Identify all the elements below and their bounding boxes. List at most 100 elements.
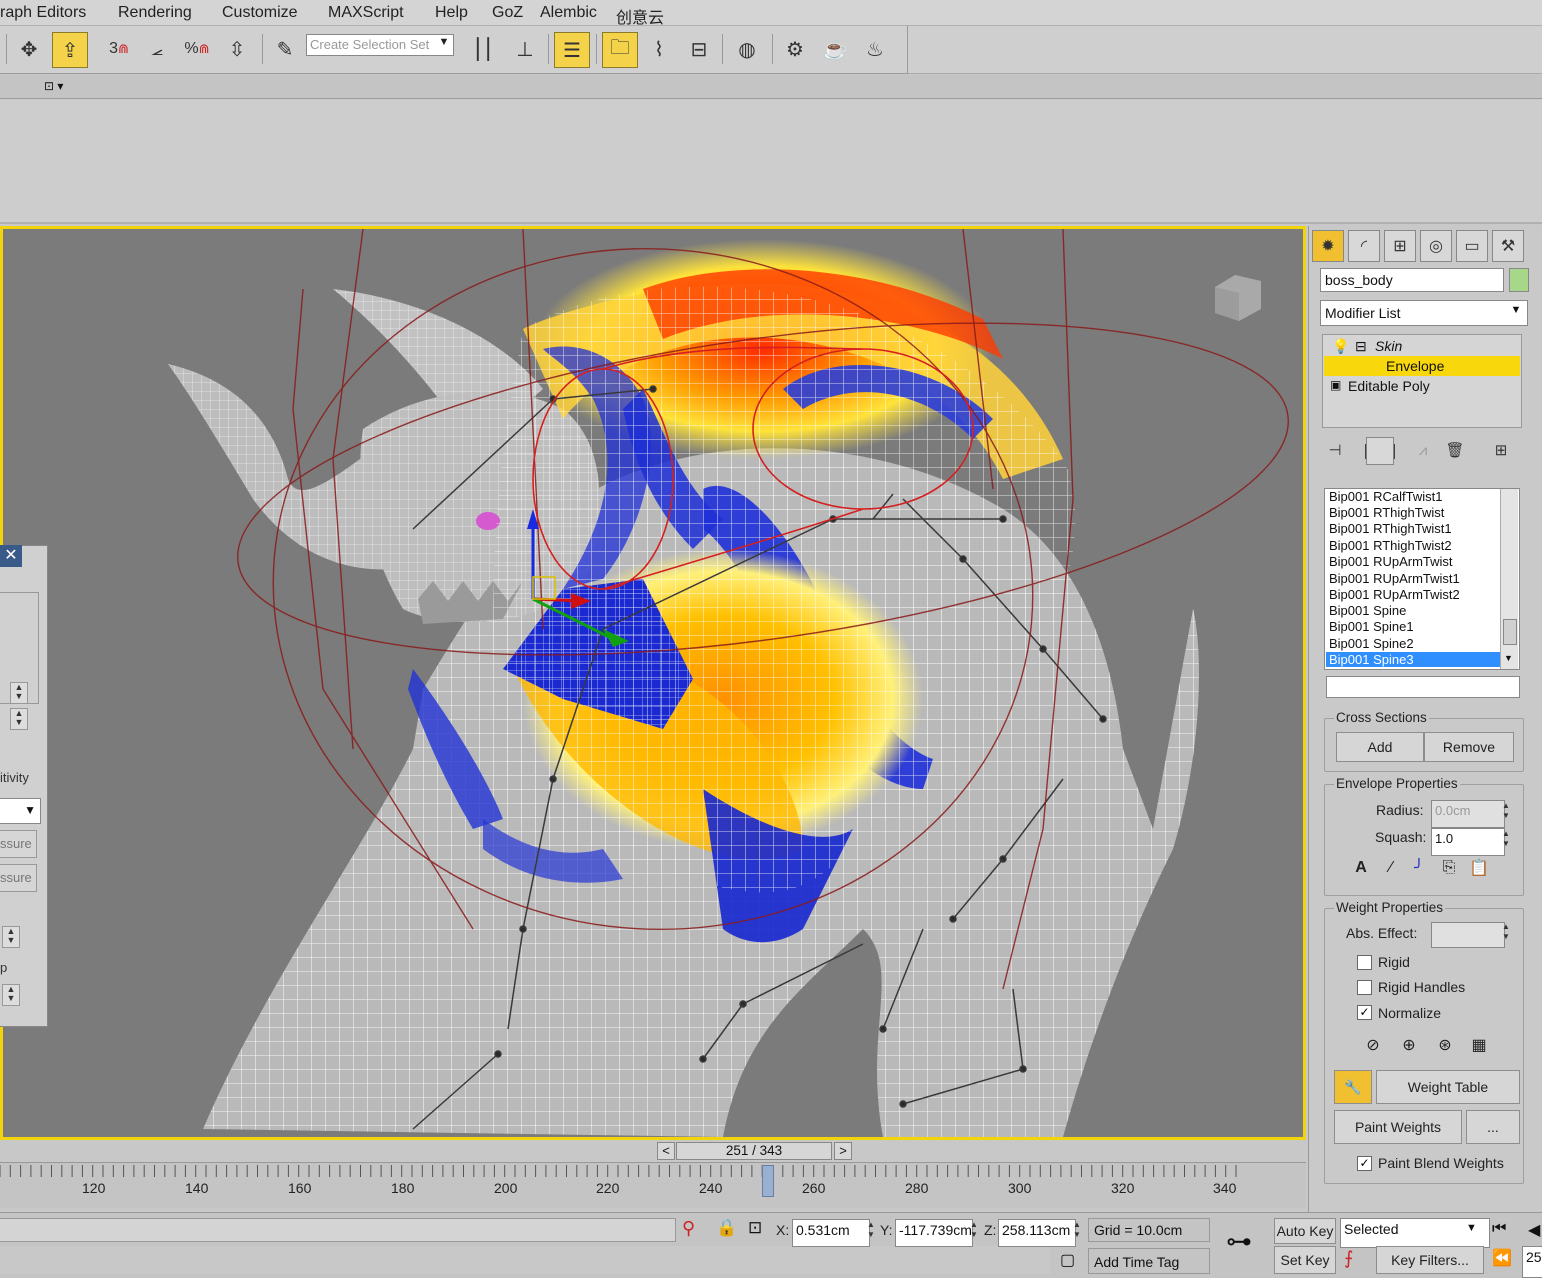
select-and-place-icon[interactable]: ⇪ xyxy=(52,32,88,68)
absolute-relative-icon[interactable]: A xyxy=(1348,855,1374,881)
include-verts-icon[interactable]: ⊕ xyxy=(1396,1032,1422,1058)
selection-lock-icon[interactable]: 🔒 xyxy=(716,1218,737,1238)
chevron-down-icon[interactable]: ▼ xyxy=(1508,304,1524,322)
render-setup-icon[interactable]: ⚙ xyxy=(778,32,812,66)
z-coordinate-field[interactable]: 258.113cm xyxy=(998,1219,1076,1247)
exclude-verts-icon[interactable]: ⊘ xyxy=(1360,1032,1386,1058)
rendered-frame-window-icon[interactable]: ☕ xyxy=(818,32,852,66)
pin-stack-icon[interactable]: ⊣ xyxy=(1322,437,1348,463)
time-tag-icon[interactable]: ▢ xyxy=(1060,1250,1075,1270)
stack-item-skin[interactable]: Skin xyxy=(1375,338,1402,354)
scene-explorer-icon[interactable]: 🗀 xyxy=(602,32,638,68)
object-color-swatch[interactable] xyxy=(1509,268,1529,292)
stack-item-editable-poly[interactable]: Editable Poly xyxy=(1348,378,1430,394)
set-key-filter-icon[interactable]: ⨍ xyxy=(1344,1248,1353,1269)
squash-field[interactable]: 1.0 xyxy=(1431,828,1505,856)
viewcube[interactable] xyxy=(1215,275,1261,321)
current-frame-marker[interactable] xyxy=(762,1165,774,1197)
menu-customize[interactable]: Customize xyxy=(222,4,298,22)
expand-icon[interactable]: ▣ xyxy=(1330,378,1341,392)
dope-sheet-icon[interactable]: ⊟ xyxy=(682,32,716,66)
key-icon[interactable]: ⊶ xyxy=(1226,1226,1252,1257)
spinner[interactable]: ▲ ▼ xyxy=(2,984,20,1006)
add-cross-section-button[interactable]: Add xyxy=(1336,732,1424,762)
selection-set-dropdown[interactable]: Create Selection Set xyxy=(306,34,454,56)
lightbulb-icon[interactable]: 💡 xyxy=(1332,338,1349,355)
abs-effect-field[interactable] xyxy=(1431,922,1505,948)
time-slider-thumb[interactable]: 251 / 343 xyxy=(676,1142,832,1160)
close-icon[interactable]: ✕ xyxy=(0,545,22,567)
menu-maxscript[interactable]: MAXScript xyxy=(328,4,404,22)
scroll-down-icon[interactable]: ▼ xyxy=(1504,653,1513,663)
current-frame-field[interactable]: 25 xyxy=(1522,1246,1542,1278)
configure-modifier-sets-icon[interactable]: ⊞ xyxy=(1488,437,1514,463)
previous-key-icon[interactable]: ⏪ xyxy=(1492,1248,1512,1268)
list-item[interactable]: Bip001 Spine1 xyxy=(1329,619,1414,634)
material-editor-icon[interactable]: ◍ xyxy=(730,32,764,66)
collapse-icon[interactable]: ⊟ xyxy=(1355,338,1367,355)
x-spinner[interactable]: ▲ ▼ xyxy=(864,1220,878,1240)
chevron-down-icon[interactable]: ▼ xyxy=(1466,1222,1477,1234)
auto-key-button[interactable]: Auto Key xyxy=(1274,1218,1336,1244)
menu-rendering[interactable]: Rendering xyxy=(118,4,192,22)
mirror-icon[interactable]: ⎮⎮ xyxy=(466,32,500,66)
copy-envelope-icon[interactable]: ⎘ xyxy=(1436,855,1462,881)
paste-envelope-icon[interactable]: 📋 xyxy=(1466,855,1492,881)
list-item[interactable]: Bip001 RThighTwist1 xyxy=(1329,521,1452,536)
chevron-down-icon[interactable]: ▼ xyxy=(436,36,452,54)
bake-weights-icon[interactable]: ▦ xyxy=(1466,1032,1492,1058)
previous-frame-button[interactable]: < xyxy=(657,1142,675,1160)
list-item[interactable]: Bip001 RCalfTwist1 xyxy=(1329,489,1442,504)
menu-alembic[interactable]: Alembic xyxy=(540,4,597,22)
rigid-checkbox[interactable] xyxy=(1357,955,1372,970)
previous-frame-icon[interactable]: ◀ xyxy=(1528,1220,1540,1240)
move-icon[interactable]: ✥ xyxy=(12,32,46,66)
rigid-handles-checkbox[interactable] xyxy=(1357,980,1372,995)
list-item[interactable]: Bip001 Spine xyxy=(1329,603,1406,618)
hierarchy-tab-icon[interactable]: ⊞ xyxy=(1384,230,1416,262)
weight-table-button[interactable]: Weight Table xyxy=(1376,1070,1520,1104)
render-production-icon[interactable]: ♨ xyxy=(858,32,892,66)
list-item[interactable]: Bip001 RUpArmTwist2 xyxy=(1329,587,1460,602)
y-spinner[interactable]: ▲ ▼ xyxy=(967,1220,981,1240)
spinner[interactable]: ▲ ▼ xyxy=(10,682,28,704)
align-icon[interactable]: ⊥ xyxy=(508,32,542,66)
menu-chuangyiyun[interactable]: 创意云 xyxy=(616,4,664,28)
next-frame-button[interactable]: > xyxy=(834,1142,852,1160)
display-tab-icon[interactable]: ▭ xyxy=(1456,230,1488,262)
menu-goz[interactable]: GoZ xyxy=(492,4,523,22)
angle-snap-icon[interactable]: ⦟ xyxy=(140,32,174,66)
absolute-mode-icon[interactable]: ⊡ xyxy=(748,1218,762,1238)
modifier-list-dropdown[interactable]: Modifier List xyxy=(1320,300,1528,326)
normalize-checkbox[interactable]: ✓ xyxy=(1357,1005,1372,1020)
make-unique-icon[interactable]: ⩘ xyxy=(1410,437,1436,463)
snap-3d-icon[interactable]: 3 ⋒ xyxy=(102,32,136,66)
remove-cross-section-button[interactable]: Remove xyxy=(1424,732,1514,762)
percent-snap-icon[interactable]: % ⋒ xyxy=(180,32,214,66)
add-time-tag-button[interactable]: Add Time Tag xyxy=(1088,1248,1210,1274)
falloff-curve-icon[interactable]: ╯ xyxy=(1406,855,1432,881)
menu-help[interactable]: Help xyxy=(435,4,468,22)
spinner[interactable]: ▲ ▼ xyxy=(10,708,28,730)
list-item[interactable]: Bip001 Spine2 xyxy=(1329,636,1414,651)
create-tab-icon[interactable]: ✹ xyxy=(1312,230,1344,262)
time-slider-track[interactable] xyxy=(0,1140,1306,1162)
bone-list[interactable]: Bip001 RCalfTwist1 Bip001 RThighTwist Bi… xyxy=(1324,488,1520,670)
spinner[interactable]: ▲ ▼ xyxy=(2,926,20,948)
list-item[interactable]: Bip001 RUpArmTwist xyxy=(1329,554,1453,569)
z-spinner[interactable]: ▲ ▼ xyxy=(1070,1220,1084,1240)
list-item[interactable]: Bip001 RThighTwist xyxy=(1329,505,1444,520)
scrollbar-thumb[interactable] xyxy=(1503,619,1517,645)
list-scrollbar[interactable]: ▼ xyxy=(1500,489,1518,669)
perspective-viewport[interactable] xyxy=(0,226,1306,1140)
object-name-field[interactable]: boss_body xyxy=(1320,268,1504,292)
go-to-start-icon[interactable]: ⏮ xyxy=(1492,1220,1506,1238)
edit-named-selection-icon[interactable]: ✎ xyxy=(268,32,302,66)
paint-options-button[interactable]: ... xyxy=(1466,1110,1520,1144)
isolate-selection-icon[interactable]: ⚲ xyxy=(682,1218,695,1239)
stack-item-envelope[interactable]: Envelope xyxy=(1386,358,1444,374)
remove-modifier-icon[interactable]: 🗑 xyxy=(1442,437,1468,463)
pressure-button[interactable]: ssure xyxy=(0,830,37,858)
motion-tab-icon[interactable]: ◎ xyxy=(1420,230,1452,262)
show-end-result-icon[interactable]: ⎸⎹ xyxy=(1365,437,1395,465)
